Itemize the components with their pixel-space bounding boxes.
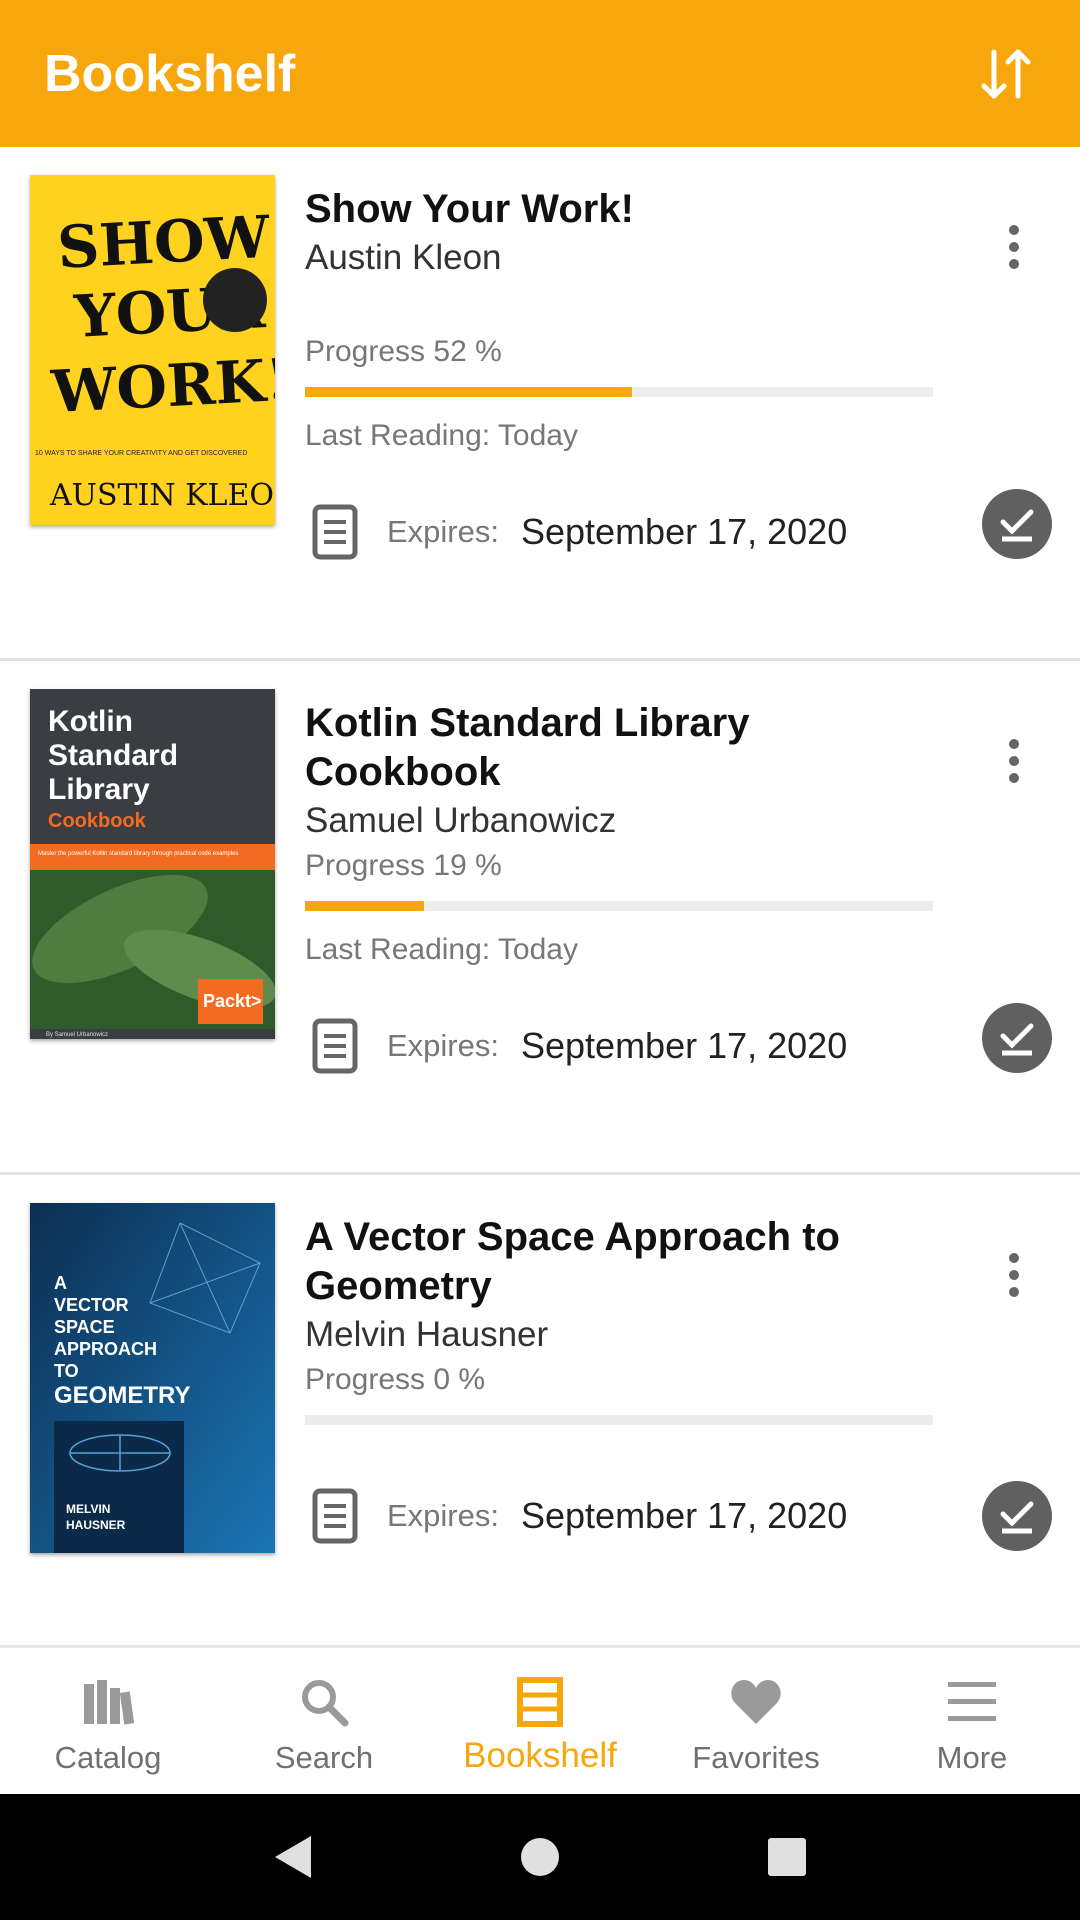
- cover-title-line: TO: [54, 1361, 79, 1381]
- recents-square-icon[interactable]: [757, 1827, 817, 1887]
- expires-label: Expires:: [387, 514, 499, 549]
- cover-title-line: Standard: [48, 739, 178, 772]
- system-navigation-bar: [0, 1794, 1080, 1920]
- sort-arrows-icon[interactable]: [976, 44, 1036, 104]
- cover-title-line: GEOMETRY: [54, 1382, 190, 1409]
- progress-label: Progress 52 %: [305, 335, 502, 368]
- cover-author: AUSTIN KLEON: [49, 478, 275, 513]
- page-title: Bookshelf: [44, 44, 296, 103]
- last-reading-label: Last Reading: Today: [305, 419, 578, 452]
- book-cover[interactable]: A VECTOR SPACE APPROACH TO GEOMETRY MELV…: [30, 1203, 275, 1553]
- book-author: Austin Kleon: [305, 238, 502, 277]
- nav-label: Search: [274, 1740, 374, 1775]
- document-icon: [305, 1016, 365, 1076]
- progress-bar: [305, 387, 933, 397]
- expires-date: September 17, 2020: [520, 511, 848, 552]
- cover-tagline: 10 WAYS TO SHARE YOUR CREATIVITY AND GET…: [35, 450, 247, 457]
- cover-title-line: VECTOR: [54, 1295, 129, 1315]
- overflow-menu-icon[interactable]: [996, 733, 1032, 789]
- expires-row: Expires: September 17, 2020: [305, 502, 847, 562]
- nav-label: Catalog: [54, 1740, 162, 1775]
- nav-item-bookshelf[interactable]: Bookshelf: [432, 1648, 648, 1794]
- back-triangle-icon[interactable]: [263, 1827, 323, 1887]
- cover-author: By Samuel Urbanowicz: [46, 1032, 108, 1038]
- book-info: Kotlin Standard Library Cookbook Samuel …: [305, 699, 945, 843]
- expires-label: Expires:: [387, 1498, 499, 1533]
- overflow-menu-icon[interactable]: [996, 1247, 1032, 1303]
- bottom-navigation: Catalog Search Bookshelf Favorites More: [0, 1645, 1080, 1794]
- heart-icon: [728, 1674, 784, 1730]
- nav-item-more[interactable]: More: [864, 1648, 1080, 1794]
- book-cover[interactable]: SHOW YOUR WORK! 10 WAYS TO SHARE YOUR CR…: [30, 175, 275, 525]
- cover-tagline: Master the powerful Kotlin standard libr…: [38, 851, 238, 857]
- expires-date: September 17, 2020: [520, 1025, 848, 1066]
- book-author: Samuel Urbanowicz: [305, 801, 617, 840]
- expires-row: Expires: September 17, 2020: [305, 1486, 847, 1546]
- catalog-icon: [80, 1674, 136, 1730]
- nav-item-favorites[interactable]: Favorites: [648, 1648, 864, 1794]
- cover-title-line: APPROACH: [54, 1339, 157, 1359]
- cover-subtitle: Cookbook: [48, 810, 147, 832]
- cover-title-line: WORK!: [49, 346, 275, 427]
- overflow-menu-icon[interactable]: [996, 219, 1032, 275]
- progress-label: Progress 19 %: [305, 849, 502, 882]
- expires-date: September 17, 2020: [520, 1495, 848, 1536]
- book-info: Show Your Work! Austin Kleon: [305, 185, 945, 280]
- book-title: A Vector Space Approach to Geometry: [305, 1215, 840, 1308]
- bookshelf-icon: [512, 1674, 568, 1730]
- download-check-icon[interactable]: [982, 1481, 1052, 1551]
- home-circle-icon[interactable]: [510, 1827, 570, 1887]
- progress-bar: [305, 1415, 933, 1425]
- nav-label: Bookshelf: [463, 1736, 617, 1775]
- cover-title-line: SPACE: [54, 1317, 115, 1337]
- book-cover[interactable]: Master the powerful Kotlin standard libr…: [30, 689, 275, 1039]
- document-icon: [305, 502, 365, 562]
- nav-label: Favorites: [692, 1740, 820, 1775]
- cover-title-line: Kotlin: [48, 705, 133, 738]
- cover-title-line: Library: [48, 773, 150, 806]
- document-icon: [305, 1486, 365, 1546]
- book-author: Melvin Hausner: [305, 1315, 549, 1354]
- nav-label: More: [936, 1740, 1008, 1775]
- progress-label: Progress 0 %: [305, 1363, 486, 1396]
- book-card[interactable]: SHOW YOUR WORK! 10 WAYS TO SHARE YOUR CR…: [0, 147, 1080, 661]
- download-check-icon[interactable]: [982, 1003, 1052, 1073]
- book-title: Show Your Work!: [305, 187, 634, 231]
- book-info: A Vector Space Approach to Geometry Melv…: [305, 1213, 945, 1357]
- book-card[interactable]: A VECTOR SPACE APPROACH TO GEOMETRY MELV…: [0, 1175, 1080, 1649]
- cover-publisher: Packt>: [203, 991, 262, 1011]
- cover-author: MELVIN: [66, 1502, 110, 1516]
- progress-bar: [305, 901, 933, 911]
- search-icon: [296, 1674, 352, 1730]
- progress-fill: [305, 387, 632, 397]
- cover-author: HAUSNER: [66, 1518, 126, 1532]
- cover-title-line: A: [54, 1273, 67, 1293]
- expires-label: Expires:: [387, 1028, 499, 1063]
- last-reading-label: Last Reading: Today: [305, 933, 578, 966]
- expires-row: Expires: September 17, 2020: [305, 1016, 847, 1076]
- nav-item-search[interactable]: Search: [216, 1648, 432, 1794]
- app-bar: Bookshelf: [0, 0, 1080, 147]
- book-list: SHOW YOUR WORK! 10 WAYS TO SHARE YOUR CR…: [0, 147, 1080, 1649]
- progress-fill: [305, 901, 425, 911]
- download-check-icon[interactable]: [982, 489, 1052, 559]
- hamburger-menu-icon: [944, 1674, 1000, 1730]
- book-title: Kotlin Standard Library Cookbook: [305, 701, 750, 794]
- book-card[interactable]: Master the powerful Kotlin standard libr…: [0, 661, 1080, 1175]
- nav-item-catalog[interactable]: Catalog: [0, 1648, 216, 1794]
